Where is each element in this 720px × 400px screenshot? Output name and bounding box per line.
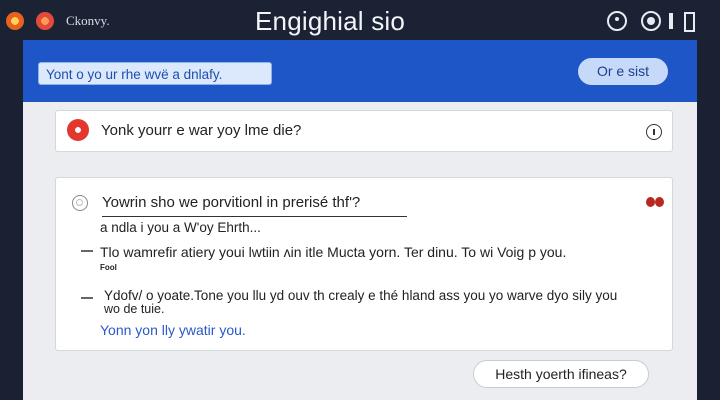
main-panel: Yonk yourr e war yoy lme die? Yowrin sho… [23, 102, 697, 400]
eye-icon[interactable] [641, 11, 661, 31]
reply-button[interactable]: Hesth yoerth ifineas? [473, 360, 649, 388]
app-name: Ckonvy. [66, 13, 110, 28]
search-input[interactable]: Yont o yo ur rhe wvë a dnlafy. [38, 62, 272, 85]
blue-header: Yont o yo ur rhe wvë a dnlafy. Or e sist [23, 40, 697, 102]
app-logo-icon[interactable] [6, 12, 24, 30]
browser-logo-icon[interactable] [36, 12, 54, 30]
divider-icon [669, 13, 673, 29]
title-bar: Ckonvy. Engighial sio [0, 0, 720, 40]
avatar-icon [646, 197, 666, 209]
window-icon[interactable] [684, 12, 695, 32]
header-action-button[interactable]: Or e sist [578, 58, 668, 85]
top-card-text: Yonk yourr e war yoy lme die? [101, 122, 302, 139]
bullet-icon [81, 297, 93, 299]
answer-line-sub: wo de tuie. [104, 302, 165, 316]
record-icon [67, 119, 89, 141]
answer-link[interactable]: Yonn yon lly ywatir you. [100, 322, 246, 338]
question-underline [102, 216, 407, 217]
answer-text: a ndla i you a W'oy Ehrth... [100, 220, 261, 235]
bullet-icon [81, 250, 93, 252]
answer-line-note: Fool [100, 263, 117, 272]
radio-icon[interactable] [72, 195, 88, 211]
question-card: Yowrin sho we porvitionl in prerisé thf'… [55, 177, 673, 351]
info-icon[interactable] [646, 124, 662, 140]
help-icon[interactable] [607, 11, 627, 31]
question-text: Yowrin sho we porvitionl in prerisé thf'… [102, 194, 361, 211]
top-card[interactable]: Yonk yourr e war yoy lme die? [55, 110, 673, 152]
window-title: Engighial sio [255, 6, 406, 36]
answer-line: Tlo wamrefir atiery youi lwtiin ʌin itle… [100, 244, 567, 260]
answer-line: Ydofv/ o yoate.Tone you llu yd ouv th cr… [104, 288, 618, 303]
